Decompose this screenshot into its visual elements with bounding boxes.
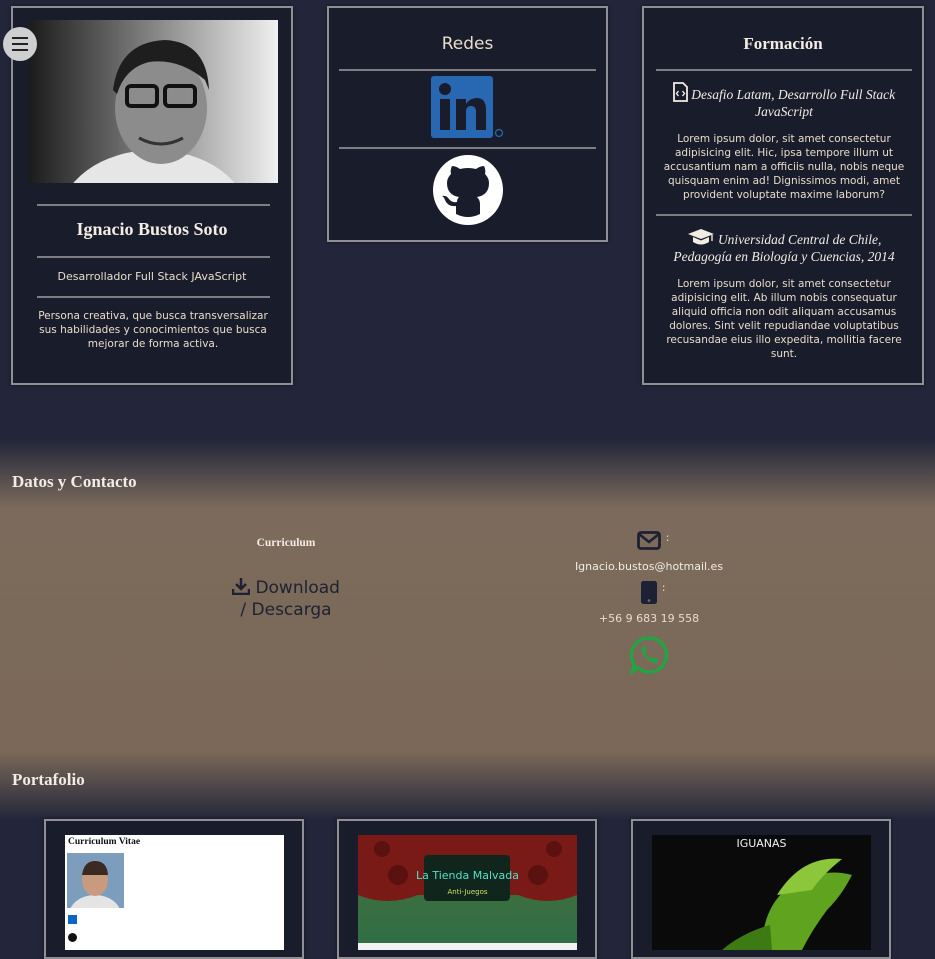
redes-title: Redes — [441, 34, 494, 54]
portfolio-item-heading: IGUANAS — [736, 837, 787, 850]
download-icon — [231, 578, 251, 596]
menu-button[interactable] — [3, 27, 37, 61]
cv-photo — [67, 853, 124, 908]
github-icon — [433, 155, 503, 225]
whatsapp-icon — [628, 636, 669, 677]
phone-number: +56 9 683 19 558 — [598, 612, 700, 625]
portfolio-item-heading: La Tienda Malvada — [415, 869, 520, 882]
download-label: Download — [255, 578, 340, 598]
portfolio-thumb-tienda: La Tienda Malvada Anti-Juegos — [358, 835, 577, 950]
portfolio-thumb-cv: Curriculum Vitae — [65, 835, 284, 950]
formacion-item-2: Universidad Central de Chile, Pedagogía … — [656, 228, 912, 361]
profile-role: Desarrollador Full Stack JAvaScript — [57, 270, 247, 283]
mobile-phone-icon — [640, 581, 657, 604]
profile-photo — [29, 20, 278, 183]
cv-label: Curriculum — [256, 537, 316, 549]
github-link[interactable] — [432, 154, 504, 226]
email-row: : — [549, 531, 749, 554]
portfolio-thumb-iguanas: IGUANAS — [652, 835, 871, 950]
formacion-item-1: Desafio Latam, Desarrollo Full Stack Jav… — [656, 82, 912, 202]
cv-github-icon — [68, 933, 77, 942]
linkedin-link[interactable] — [431, 76, 504, 140]
profile-name: Ignacio Bustos Soto — [76, 219, 228, 239]
phone-row: : — [549, 581, 749, 608]
graduation-cap-icon — [687, 229, 714, 245]
code-file-icon — [672, 82, 688, 102]
email-separator: : — [665, 531, 670, 544]
phone-separator: : — [661, 581, 666, 594]
download-link[interactable]: Download / Descarga — [226, 577, 346, 621]
profile-bio: Persona creativa, que busca transversali… — [38, 310, 268, 350]
portfolio-title: Portafolio — [12, 770, 85, 789]
contact-title: Datos y Contacto — [12, 472, 137, 491]
email-link[interactable]: Ignacio.bustos@hotmail.es — [549, 560, 749, 573]
formacion-item-title: Desafio Latam, Desarrollo Full Stack Jav… — [691, 87, 896, 119]
redes-card: Redes — [327, 6, 608, 242]
portfolio-card-1[interactable]: Curriculum Vitae — [44, 819, 304, 959]
whatsapp-link[interactable] — [628, 636, 669, 677]
formacion-title: Formación — [743, 34, 823, 53]
download-label-es: / Descarga — [240, 600, 332, 620]
formacion-item-text: Lorem ipsum dolor, sit amet consectetur … — [666, 278, 902, 360]
linkedin-icon — [431, 76, 504, 138]
portfolio-item-heading: Curriculum Vitae — [68, 837, 141, 847]
contact-section — [0, 440, 935, 820]
formacion-card: Formación Desafio Latam, Desarrollo Full… — [642, 6, 924, 385]
formacion-item-text: Lorem ipsum dolor, sit amet consectetur … — [663, 133, 905, 201]
portfolio-item-sub: Anti-Juegos — [447, 888, 488, 896]
cv-linkedin-icon — [68, 915, 77, 924]
portfolio-card-3[interactable]: IGUANAS — [631, 819, 891, 959]
hamburger-icon — [12, 37, 28, 51]
envelope-icon — [636, 531, 661, 550]
portfolio-card-2[interactable]: La Tienda Malvada Anti-Juegos — [337, 819, 597, 959]
profile-card: Ignacio Bustos Soto Desarrollador Full S… — [11, 6, 293, 385]
